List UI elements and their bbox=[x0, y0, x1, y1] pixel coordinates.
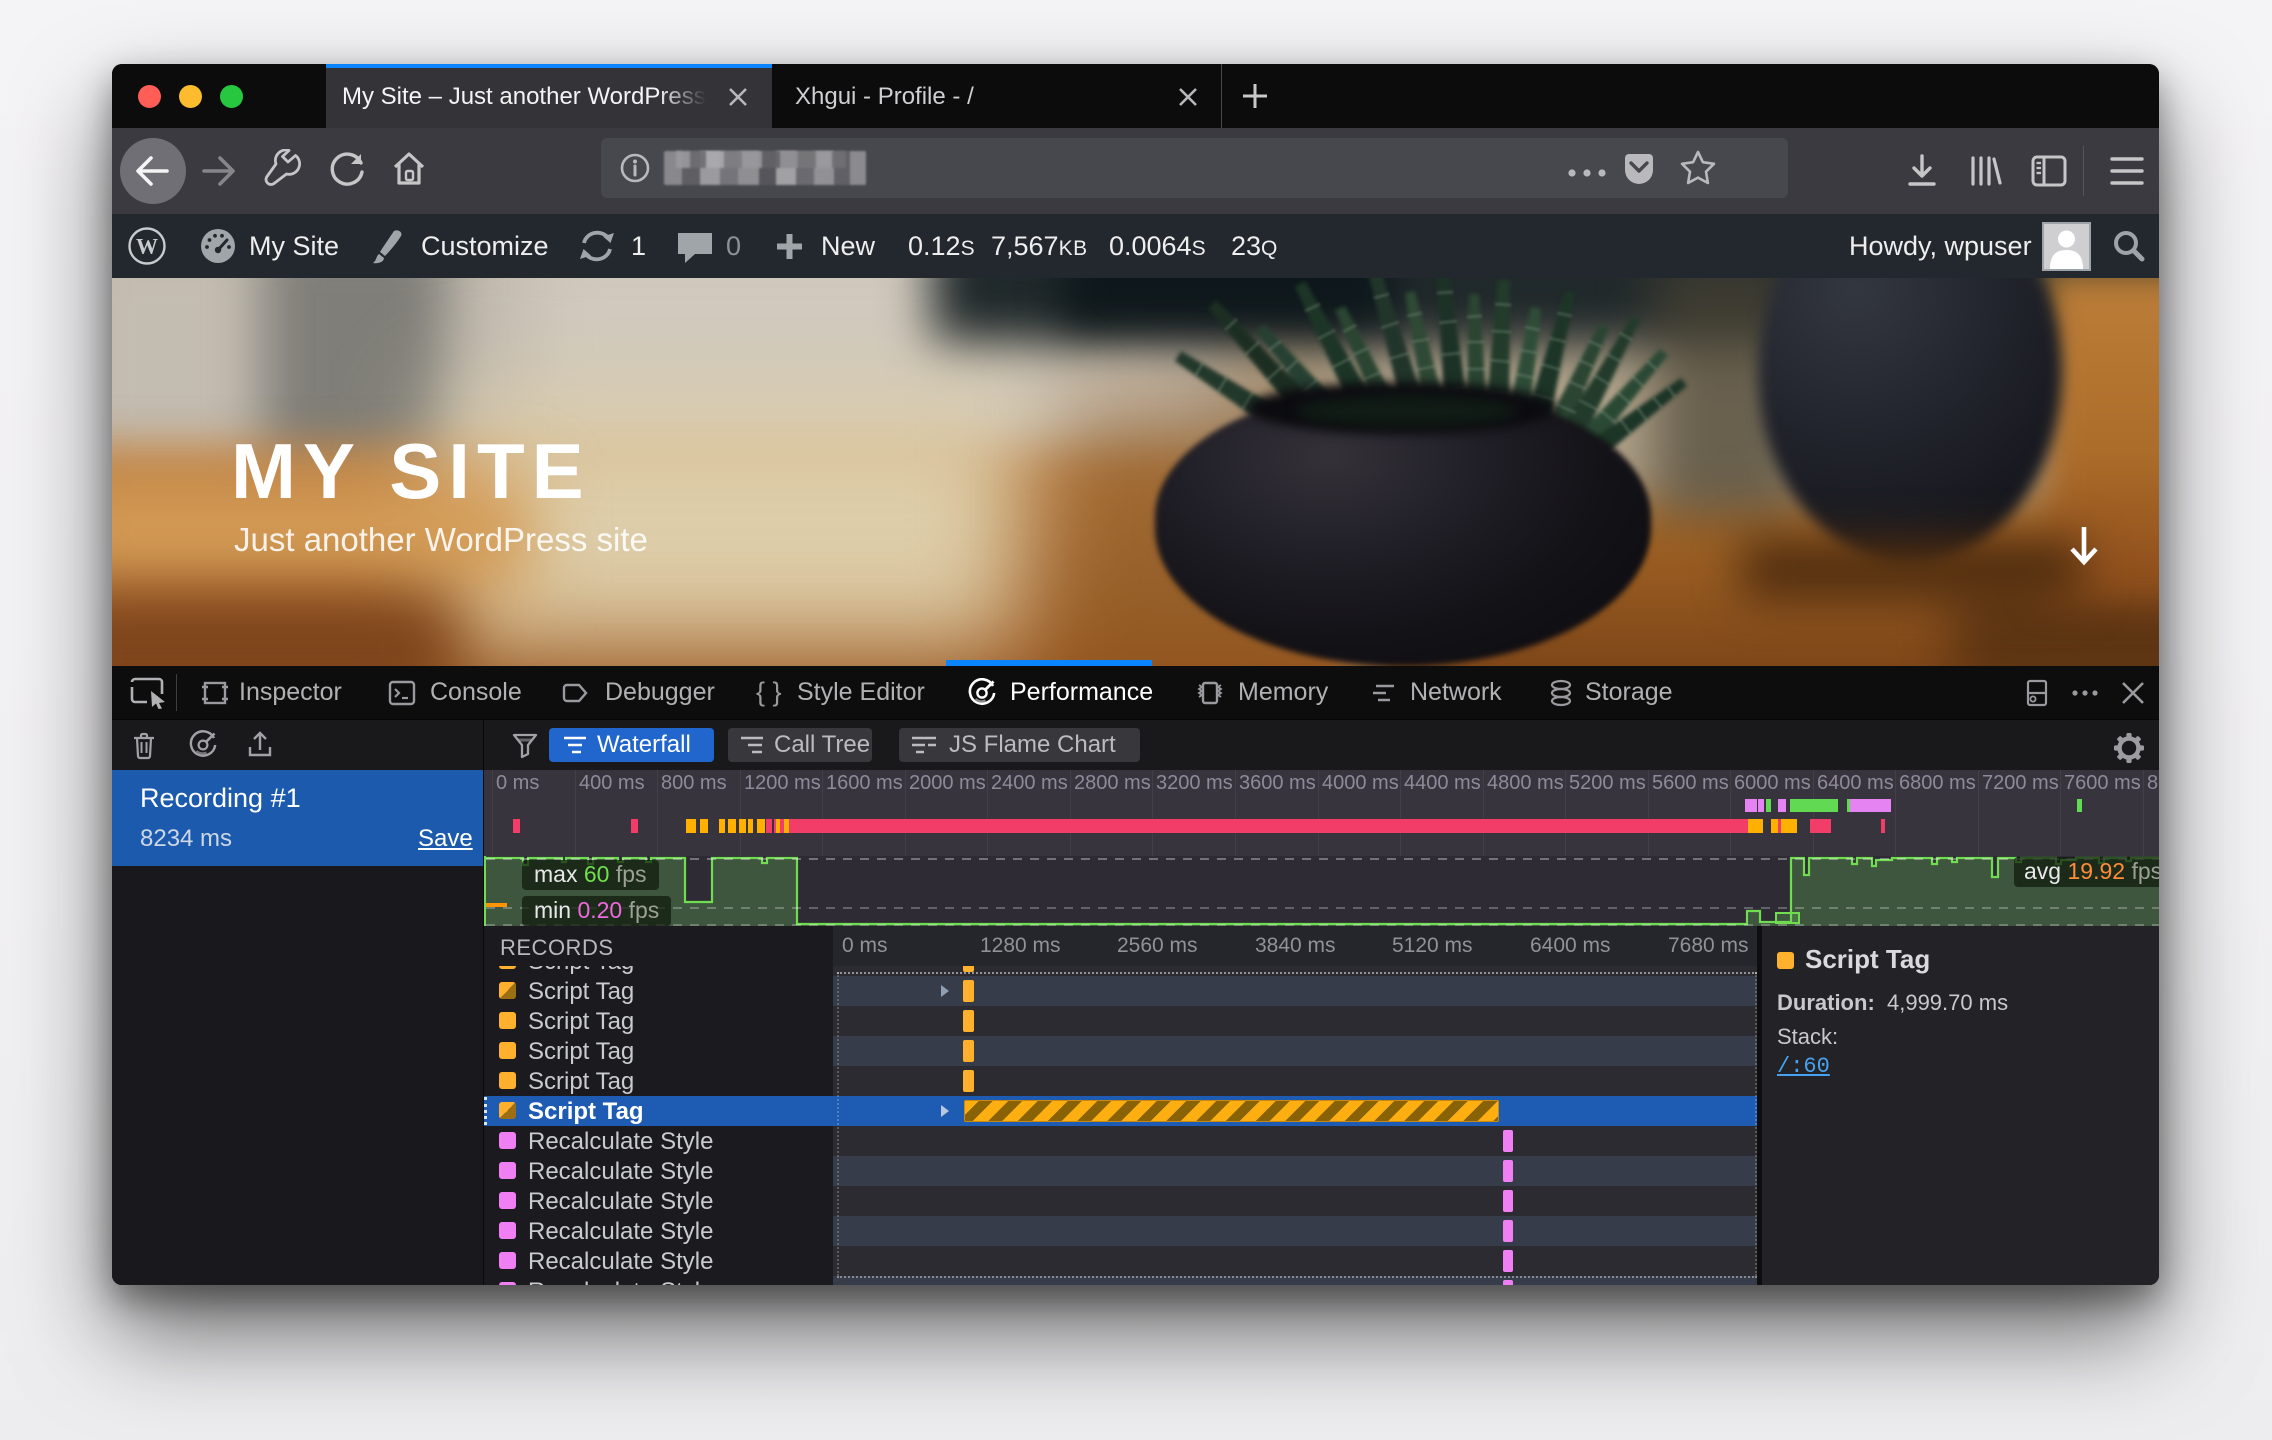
svg-text:W: W bbox=[136, 234, 158, 259]
